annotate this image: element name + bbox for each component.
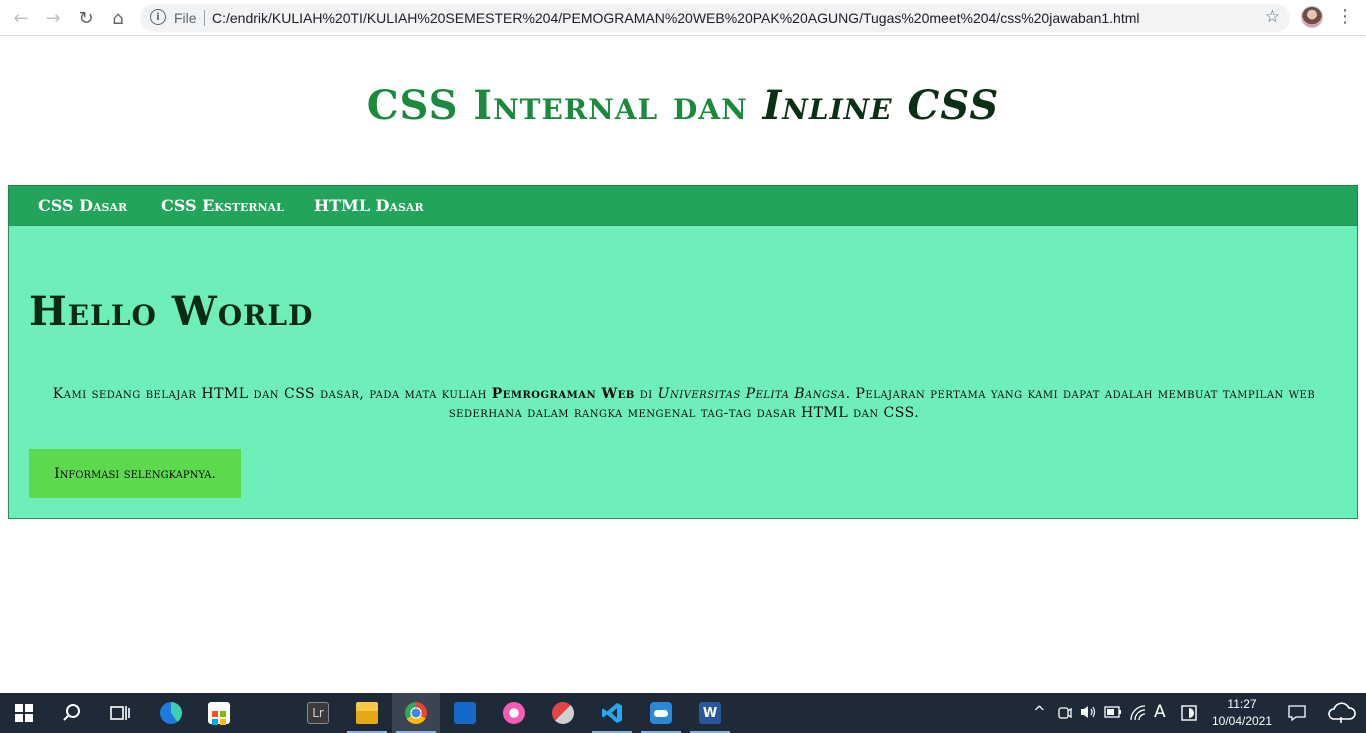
chrome-icon [405, 702, 427, 724]
itunes-icon [503, 702, 525, 724]
page-title: CSS Internal dan Inline CSS [0, 82, 1366, 129]
store-icon [208, 702, 230, 725]
night-light-icon[interactable] [1181, 705, 1197, 721]
windows-taskbar: Lr W ^ A 11:27 10/04/2021 [0, 693, 1366, 733]
taskbar-lightroom[interactable]: Lr [294, 693, 342, 733]
reload-icon[interactable]: ↻ [74, 6, 98, 30]
task-view-button[interactable] [96, 693, 144, 733]
tray-chevron-icon[interactable]: ^ [1033, 703, 1046, 721]
taskbar-store[interactable] [195, 693, 243, 733]
cloud-app-icon [650, 702, 672, 724]
nav-link-html-dasar[interactable]: HTML Dasar [314, 196, 424, 215]
clock-date: 10/04/2021 [1211, 714, 1273, 728]
lightroom-icon: Lr [307, 702, 329, 724]
more-info-button[interactable]: Informasi selengkapnya. [29, 449, 241, 498]
taskbar-video-editor[interactable] [441, 693, 489, 733]
address-bar[interactable]: i File C:/endrik/KULIAH%20TI/KULIAH%20SE… [140, 4, 1290, 32]
word-icon: W [699, 702, 721, 724]
meet-now-icon[interactable] [1058, 705, 1072, 721]
video-editor-icon [454, 702, 476, 724]
clock-time: 11:27 [1227, 697, 1257, 711]
folder-icon [356, 702, 378, 724]
browser-menu-icon[interactable]: ⋮ [1336, 6, 1354, 28]
home-icon[interactable]: ⌂ [106, 6, 130, 30]
forward-icon[interactable]: → [41, 6, 65, 30]
wifi-icon[interactable] [1130, 705, 1146, 721]
profile-avatar[interactable] [1301, 6, 1323, 28]
snipping-tool-icon [552, 702, 574, 724]
site-info-icon[interactable]: i [150, 9, 166, 25]
page-title-inline: Inline CSS [762, 82, 1000, 129]
browser-toolbar: ← → ↻ ⌂ i File C:/endrik/KULIAH%20TI/KUL… [0, 0, 1366, 36]
taskbar-vscode[interactable] [588, 693, 636, 733]
taskbar-chrome[interactable] [392, 693, 440, 733]
taskbar-itunes[interactable] [490, 693, 538, 733]
para-text-2: di [634, 386, 658, 402]
start-button[interactable] [0, 693, 48, 733]
bookmark-star-icon[interactable]: ☆ [1265, 7, 1280, 27]
url-scheme-label: File [174, 10, 197, 26]
hello-heading: Hello World [29, 288, 314, 335]
action-center-icon[interactable] [1288, 704, 1306, 722]
edge-icon [160, 702, 182, 724]
page-title-internal: CSS Internal dan [366, 82, 763, 129]
intro-paragraph: Kami sedang belajar HTML dan CSS dasar, … [21, 385, 1347, 423]
volume-icon[interactable] [1080, 704, 1098, 720]
taskbar-snipping-tool[interactable] [539, 693, 587, 733]
para-text-1: Kami sedang belajar HTML dan CSS dasar, … [52, 386, 492, 402]
taskbar-onedrive-app[interactable] [637, 693, 685, 733]
taskbar-file-explorer[interactable] [343, 693, 391, 733]
cloud-icon[interactable] [1327, 702, 1357, 724]
taskbar-edge[interactable] [147, 693, 195, 733]
back-icon[interactable]: ← [9, 6, 33, 30]
taskbar-word[interactable]: W [686, 693, 734, 733]
content-section: Hello World Kami sedang belajar HTML dan… [8, 225, 1358, 519]
para-university-name: Universitas Pelita Bangsa [657, 386, 846, 402]
system-clock[interactable]: 11:27 10/04/2021 [1206, 696, 1278, 730]
search-icon [63, 704, 80, 721]
input-language-icon[interactable]: A [1154, 702, 1166, 722]
url-text[interactable]: C:/endrik/KULIAH%20TI/KULIAH%20SEMESTER%… [212, 10, 1140, 26]
nav-link-css-dasar[interactable]: CSS Dasar [38, 196, 127, 215]
nav-link-css-eksternal[interactable]: CSS Eksternal [161, 196, 284, 215]
vscode-icon [602, 703, 622, 723]
navbar: CSS Dasar CSS Eksternal HTML Dasar [8, 185, 1358, 226]
battery-icon[interactable] [1104, 706, 1122, 718]
address-divider [204, 10, 205, 26]
search-button[interactable] [48, 693, 96, 733]
task-view-icon [110, 706, 130, 720]
windows-logo-icon [15, 704, 33, 722]
para-course-name: Pemrograman Web [491, 386, 635, 402]
